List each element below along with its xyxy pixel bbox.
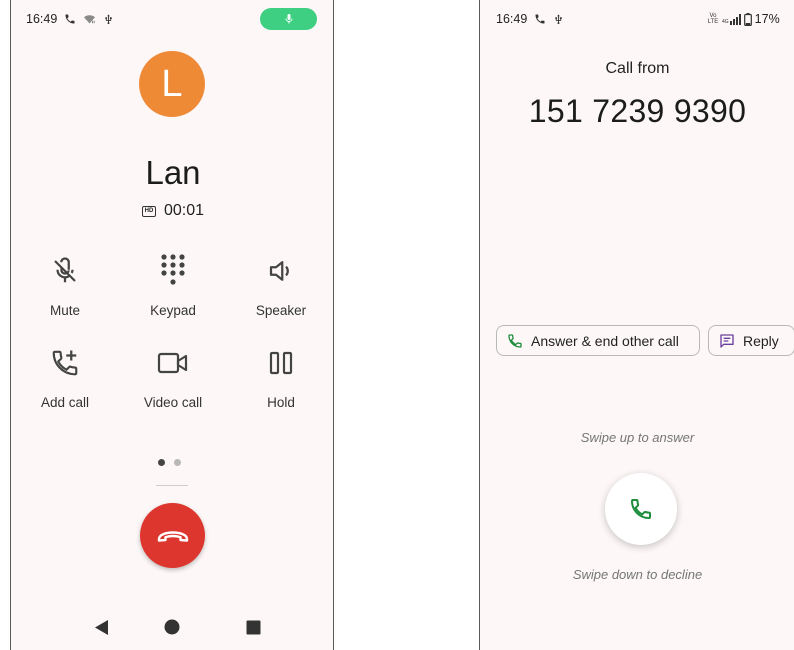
hold-button[interactable]: Hold (227, 343, 335, 410)
hd-voice-icon: HD (141, 205, 156, 217)
battery-icon (743, 12, 752, 26)
wifi-icon (84, 15, 96, 24)
status-bar: 16:49 (496, 12, 564, 26)
phone-icon (535, 14, 545, 24)
hold-label: Hold (267, 395, 295, 410)
call-from-label: Call from (605, 60, 670, 77)
keypad-button[interactable]: Keypad (119, 251, 227, 318)
mic-icon (285, 14, 292, 24)
pause-icon (269, 351, 293, 375)
volte-icon: Vo LTE (707, 13, 719, 25)
dialpad-icon (161, 254, 185, 285)
page-dot (174, 459, 181, 466)
add-call-label: Add call (40, 395, 90, 410)
caller-name: Lan (145, 154, 201, 191)
swipe-up-hint: Swipe up to answer (580, 430, 695, 445)
caller-number: 151 7239 9390 (528, 93, 747, 129)
battery-level: 17% (754, 12, 780, 26)
reply-button[interactable]: Reply (708, 325, 794, 356)
speaker-label: Speaker (255, 303, 307, 318)
recents-icon (246, 620, 260, 634)
caller-avatar: L (139, 51, 205, 117)
home-icon (164, 619, 180, 635)
speaker-button[interactable]: Speaker (227, 251, 335, 318)
nav-recents-button[interactable] (233, 617, 273, 637)
speaker-icon (269, 261, 289, 281)
video-call-label: Video call (143, 395, 203, 410)
phone-icon (630, 499, 651, 520)
active-call-screen: 16:49 L Lan HD 00:01 Mute Keypad Speaker… (10, 0, 334, 650)
phone-icon (508, 333, 522, 348)
back-icon (95, 619, 108, 635)
call-duration-row: HD 00:01 (11, 202, 335, 220)
divider (156, 485, 188, 486)
add-call-icon (52, 350, 78, 376)
answer-call-button[interactable] (605, 473, 677, 545)
volte-text: Vo LTE (707, 13, 719, 25)
swipe-down-hint: Swipe down to decline (572, 567, 703, 582)
signal-icon (729, 13, 741, 25)
mute-label: Mute (49, 303, 80, 318)
nav-back-button[interactable] (81, 617, 121, 637)
phone-icon (65, 14, 75, 24)
usb-icon (555, 13, 562, 24)
usb-icon (105, 13, 112, 24)
answer-end-other-call-label: Answer & end other call (531, 332, 679, 349)
status-time: 16:49 (26, 12, 58, 26)
nav-home-button[interactable] (152, 617, 192, 637)
page-indicator (158, 459, 181, 466)
end-call-button[interactable] (140, 503, 205, 568)
add-call-button[interactable]: Add call (11, 343, 119, 410)
mic-in-use-indicator[interactable] (260, 8, 317, 30)
network-type-text: 4G (722, 18, 729, 25)
reply-label: Reply (743, 332, 779, 349)
mute-button[interactable]: Mute (11, 251, 119, 318)
call-duration: 00:01 (163, 202, 205, 219)
message-icon (720, 333, 734, 348)
mic-off-icon (54, 257, 76, 283)
call-end-icon (157, 530, 188, 542)
answer-end-other-call-button[interactable]: Answer & end other call (496, 325, 700, 356)
incoming-call-screen: 16:49 Vo LTE 4G 17% Call from 151 7239 9… (479, 0, 794, 650)
status-time: 16:49 (496, 12, 528, 26)
page-dot-active (158, 459, 165, 466)
keypad-label: Keypad (150, 303, 196, 318)
status-bar: 16:49 (26, 12, 114, 26)
network-type: 4G (722, 13, 741, 25)
status-indicators: Vo LTE 4G 17% (707, 12, 780, 26)
video-call-button[interactable]: Video call (119, 343, 227, 410)
videocam-icon (157, 352, 188, 374)
